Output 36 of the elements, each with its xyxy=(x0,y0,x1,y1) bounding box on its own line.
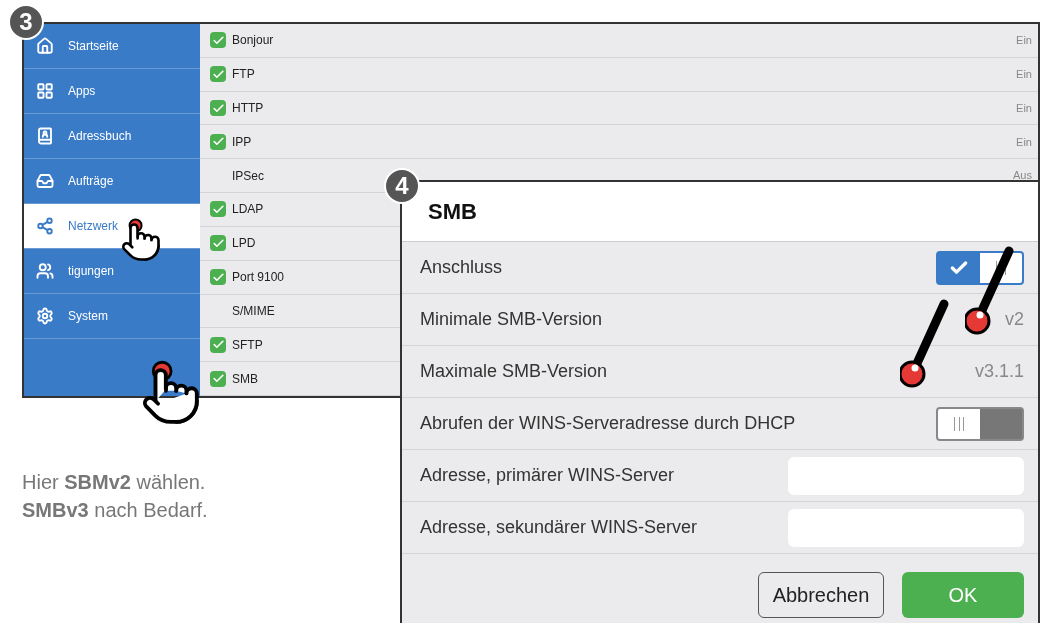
home-icon xyxy=(36,37,54,55)
settings-row: Anschluss xyxy=(402,242,1038,294)
checkbox[interactable] xyxy=(210,133,226,150)
protocol-row[interactable]: IPP Ein xyxy=(200,125,1038,160)
grip-icon xyxy=(996,260,1006,275)
checkbox[interactable] xyxy=(210,201,226,218)
settings-row: Minimale SMB-Version v2 xyxy=(402,294,1038,346)
grip-icon xyxy=(954,416,964,431)
toggle-switch[interactable] xyxy=(936,406,1024,441)
inbox-icon xyxy=(36,172,54,190)
users-icon xyxy=(36,262,54,280)
settings-row: Adresse, sekundärer WINS-Server xyxy=(402,502,1038,554)
dialog-button[interactable]: OK xyxy=(902,572,1024,618)
checkbox[interactable] xyxy=(210,370,226,387)
settings-icon xyxy=(36,307,54,325)
checkbox[interactable] xyxy=(210,66,226,83)
protocol-row[interactable]: HTTP Ein xyxy=(200,91,1038,126)
checkbox[interactable] xyxy=(210,32,226,49)
protocol-row[interactable]: FTP Ein xyxy=(200,57,1038,92)
dialog-button[interactable]: Abbrechen xyxy=(758,572,884,618)
step-number: 3 xyxy=(8,4,44,40)
sidebar-item[interactable]: Netzwerk xyxy=(24,204,200,249)
checkbox[interactable] xyxy=(210,235,226,252)
address-book-icon xyxy=(36,127,54,145)
instruction-text: Hier SBMv2 wählen. xyxy=(22,470,206,495)
checkbox[interactable] xyxy=(210,100,226,117)
settings-row: Maximale SMB-Version v3.1.1 xyxy=(402,346,1038,398)
grid-icon xyxy=(36,82,54,100)
settings-row: Abrufen der WINS-Serveradresse durch DHCP xyxy=(402,398,1038,450)
checkbox[interactable] xyxy=(210,269,226,286)
checkbox[interactable] xyxy=(210,336,226,353)
protocol-row[interactable]: Bonjour Ein xyxy=(200,24,1038,58)
network-icon xyxy=(36,217,54,235)
settings-row: Adresse, primärer WINS-Server xyxy=(402,450,1038,502)
instruction-text: SMBv3 nach Bedarf. xyxy=(22,498,208,523)
pointing-hand-icon xyxy=(120,221,162,264)
